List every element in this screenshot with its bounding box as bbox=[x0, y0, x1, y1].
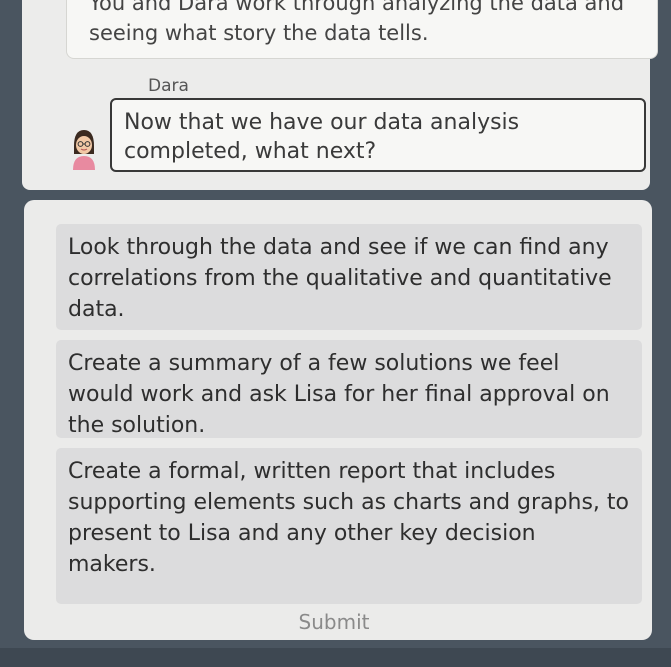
choice-text: Create a formal, written report that inc… bbox=[68, 459, 629, 577]
choice-option-3[interactable]: Create a formal, written report that inc… bbox=[56, 448, 642, 604]
speaker-name: Dara bbox=[148, 76, 189, 96]
choice-option-2[interactable]: Create a summary of a few solutions we f… bbox=[56, 340, 642, 438]
choice-text: Create a summary of a few solutions we f… bbox=[68, 351, 610, 438]
narration-text: You and Dara work through analyzing the … bbox=[89, 0, 625, 45]
submit-button[interactable]: Submit bbox=[274, 604, 394, 640]
dialog-text: Now that we have our data analysis compl… bbox=[124, 110, 520, 164]
choice-text: Look through the data and see if we can … bbox=[68, 235, 612, 322]
dialog-bubble: Now that we have our data analysis compl… bbox=[110, 98, 646, 172]
choice-option-1[interactable]: Look through the data and see if we can … bbox=[56, 224, 642, 330]
woman-avatar-icon bbox=[73, 130, 95, 170]
choices-panel: Look through the data and see if we can … bbox=[24, 200, 652, 640]
dialog-card: You and Dara work through analyzing the … bbox=[22, 0, 658, 190]
bottom-bar bbox=[0, 648, 671, 667]
narration-box: You and Dara work through analyzing the … bbox=[66, 0, 658, 59]
